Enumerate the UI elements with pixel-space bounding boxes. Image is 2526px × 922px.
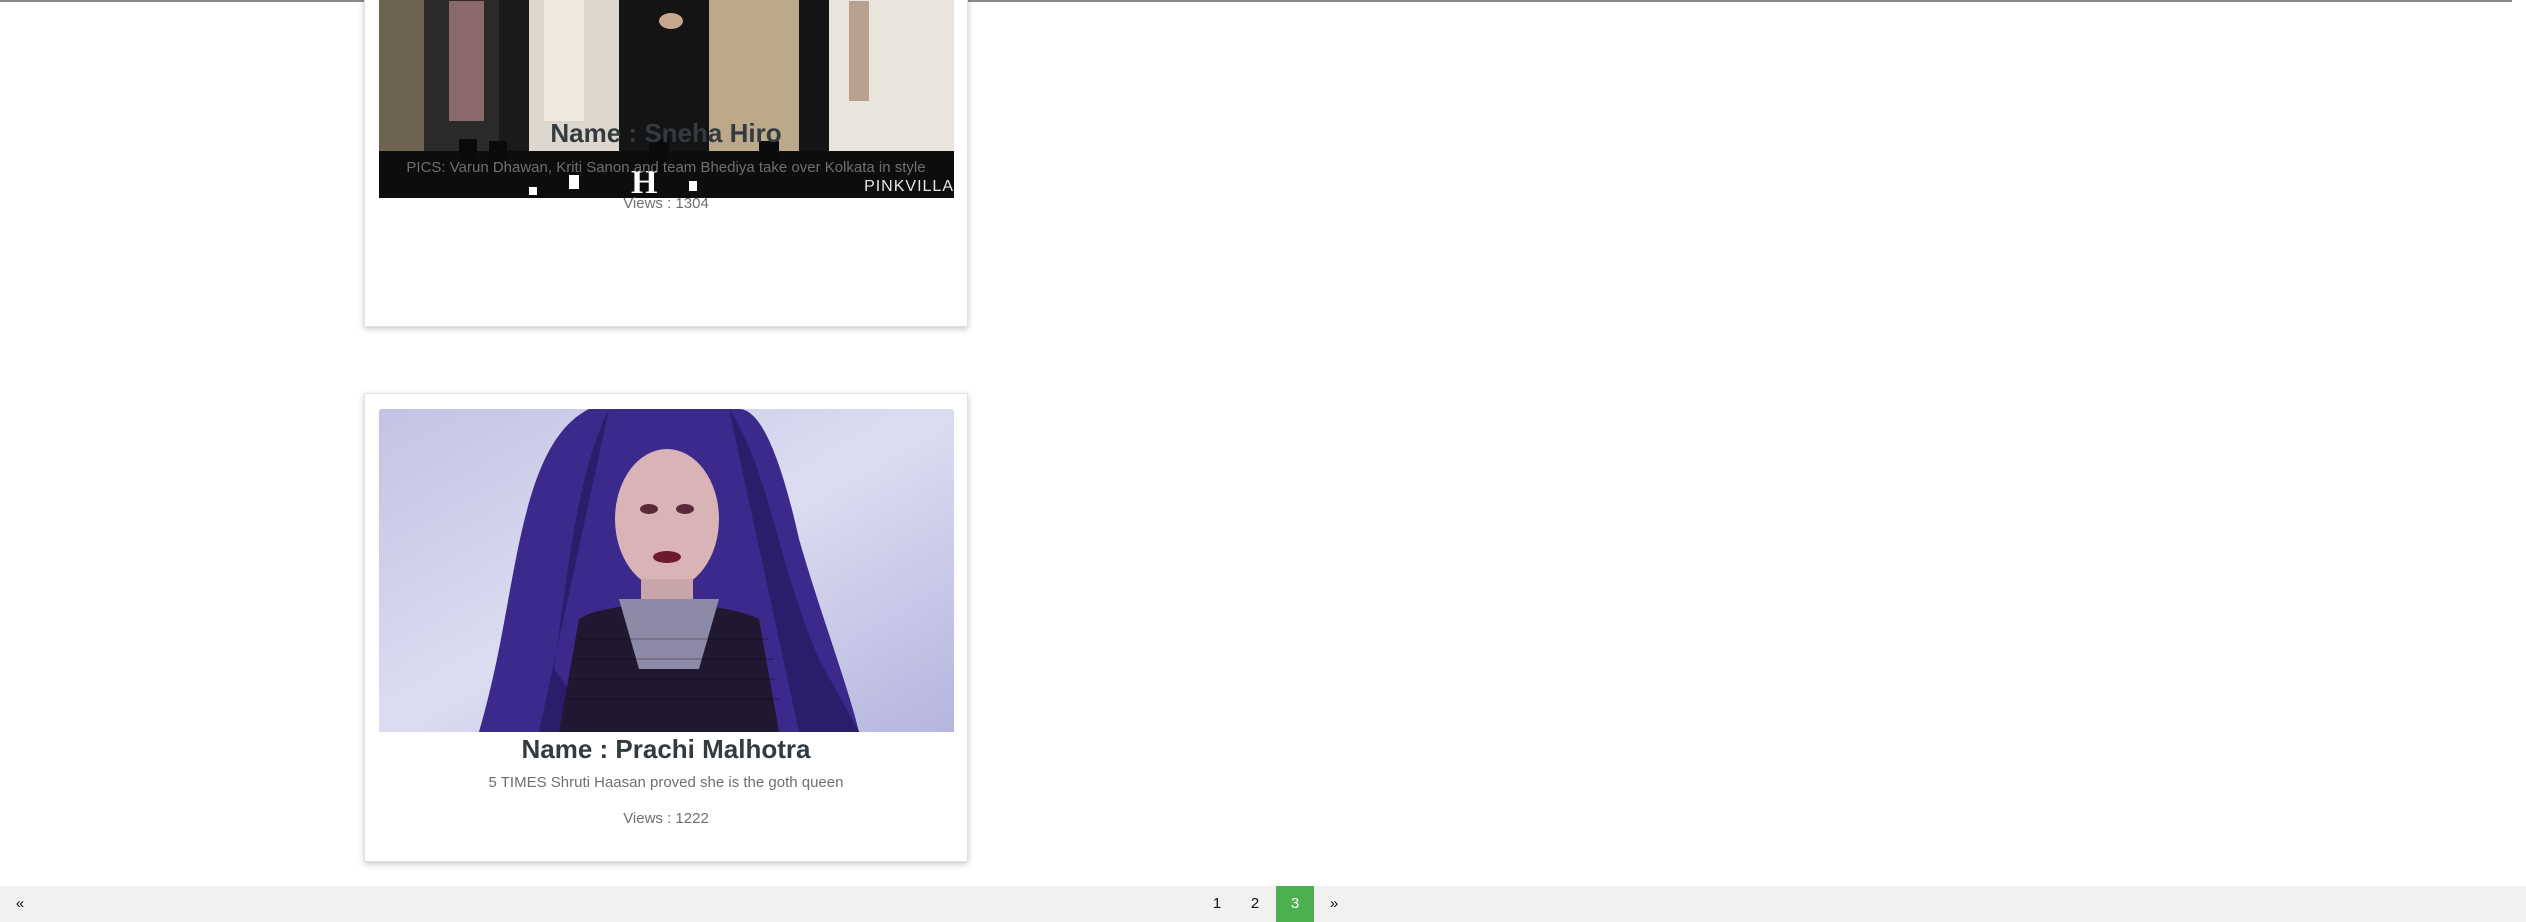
card-title: Name : Sneha Hiro [550, 118, 782, 148]
pagination-bar: « 1 2 3 » [0, 886, 2526, 922]
pagination-page-1[interactable]: 1 [1198, 886, 1236, 922]
card-views: Views : 1222 [623, 810, 709, 827]
pagination-prev-button[interactable]: « [12, 886, 28, 922]
pagination-next-button[interactable]: » [1326, 886, 1342, 922]
card-title: Name : Prachi Malhotra [521, 734, 811, 764]
card-description: 5 TIMES Shruti Haasan proved she is the … [488, 774, 844, 791]
image-watermark: PINKVILLA [864, 178, 954, 195]
post-card: Name : Prachi Malhotra 5 TIMES Shruti Ha… [364, 393, 968, 862]
post-card: H PINKVILLA Name : Sneha Hiro PICS: Varu… [364, 0, 968, 327]
pagination-page-2[interactable]: 2 [1236, 886, 1274, 922]
card-description: PICS: Varun Dhawan, Kriti Sanon and team… [406, 159, 926, 176]
scrollbar[interactable] [2512, 0, 2526, 886]
pagination-page-3-active[interactable]: 3 [1276, 886, 1314, 922]
post-image[interactable] [379, 409, 954, 732]
card-views: Views : 1304 [623, 195, 709, 212]
